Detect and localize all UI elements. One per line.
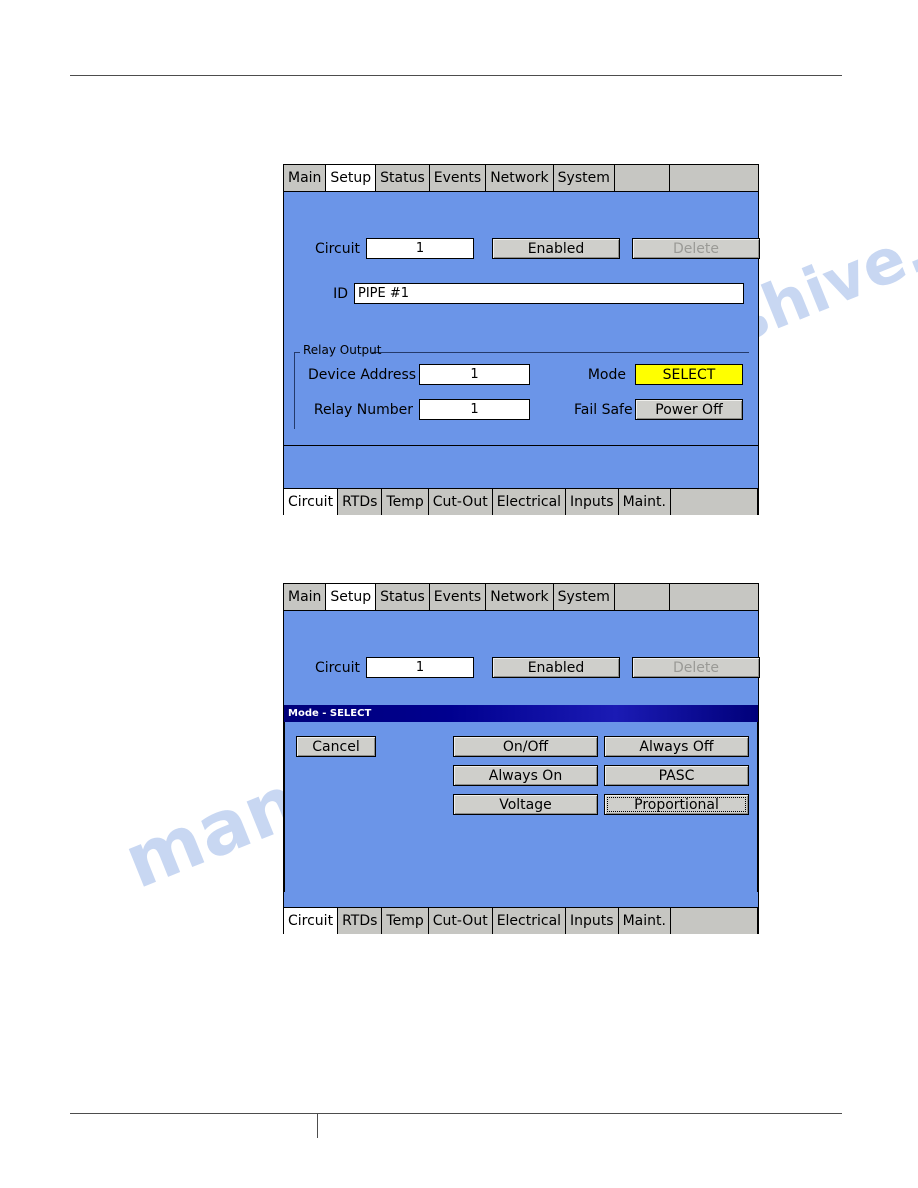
tab-events[interactable]: Events (429, 165, 487, 191)
group-border-left (294, 352, 295, 429)
subtab-rtds[interactable]: RTDs (338, 489, 383, 515)
subtab-empty-slot (670, 489, 758, 515)
mode-option-proportional[interactable]: Proportional (604, 794, 749, 815)
device-address-label: Device Address (308, 366, 417, 383)
mode-option-pasc[interactable]: PASC (604, 765, 749, 786)
delete-button[interactable]: Delete (632, 238, 760, 259)
subtab-maint-2[interactable]: Maint. (618, 908, 671, 934)
tab-setup[interactable]: Setup (326, 165, 377, 191)
fail-safe-label: Fail Safe (574, 401, 633, 418)
subtab-electrical[interactable]: Electrical (492, 489, 567, 515)
id-input[interactable]: PIPE #1 (354, 283, 744, 304)
mode-select-button[interactable]: SELECT (635, 364, 743, 385)
subtab-temp[interactable]: Temp (382, 489, 429, 515)
screen-two-body: Circuit 1 Enabled Delete Mode - SELECT C… (284, 611, 760, 907)
subtab-maint[interactable]: Maint. (618, 489, 671, 515)
bottom-tab-bar: Circuit RTDs Temp Cut-Out Electrical Inp… (284, 488, 758, 515)
mode-row: Mode SELECT (584, 364, 743, 385)
dialog-body: Cancel On/Off Always Off Always On PASC … (284, 722, 758, 892)
screen-one-footer-spacer (284, 446, 758, 487)
subtab-circuit-2[interactable]: Circuit (284, 908, 339, 934)
bottom-tab-bar-2: Circuit RTDs Temp Cut-Out Electrical Inp… (284, 907, 758, 934)
circuit-label: Circuit (314, 240, 360, 257)
tab-network-2[interactable]: Network (486, 584, 554, 610)
subtab-inputs[interactable]: Inputs (566, 489, 619, 515)
device-screen-mode-select: Main Setup Status Events Network System … (283, 583, 760, 934)
tab-system-2[interactable]: System (553, 584, 615, 610)
circuit-label-2: Circuit (314, 659, 360, 676)
screen-one-body: Circuit 1 Enabled Delete ID PIPE #1 Rela… (284, 192, 760, 488)
fail-safe-button[interactable]: Power Off (635, 399, 743, 420)
id-label: ID (333, 285, 348, 302)
mode-label: Mode (587, 366, 626, 383)
tab-events-2[interactable]: Events (429, 584, 487, 610)
enabled-button[interactable]: Enabled (492, 238, 620, 259)
tab-status-2[interactable]: Status (376, 584, 430, 610)
cancel-button[interactable]: Cancel (296, 736, 376, 757)
relay-number-label: Relay Number (313, 401, 413, 418)
tab-system[interactable]: System (553, 165, 615, 191)
device-address-input[interactable]: 1 (419, 364, 530, 385)
device-screen-circuit-setup: Main Setup Status Events Network System … (283, 164, 760, 515)
tab-empty-slot-1 (614, 165, 670, 191)
mode-option-voltage[interactable]: Voltage (453, 794, 598, 815)
subtab-temp-2[interactable]: Temp (382, 908, 429, 934)
dialog-title: Mode - SELECT (284, 705, 758, 722)
device-address-row: Device Address 1 (308, 364, 530, 385)
tab-setup-2[interactable]: Setup (326, 584, 377, 610)
tab-empty-slot-2-2 (670, 584, 758, 610)
top-tab-bar: Main Setup Status Events Network System (284, 165, 758, 192)
top-tab-bar-2: Main Setup Status Events Network System (284, 584, 758, 611)
footer-rule (70, 1113, 842, 1114)
circuit-row-2: Circuit 1 Enabled Delete (303, 657, 760, 678)
header-rule (70, 75, 842, 76)
relay-number-input[interactable]: 1 (419, 399, 530, 420)
tab-status[interactable]: Status (376, 165, 430, 191)
subtab-cut-out[interactable]: Cut-Out (428, 489, 493, 515)
relay-output-group: Relay Output Device Address 1 Mode SELEC… (294, 344, 749, 429)
id-row: ID PIPE #1 (326, 283, 744, 304)
circuit-number-input[interactable]: 1 (366, 238, 474, 259)
tab-empty-slot-1-2 (614, 584, 670, 610)
tab-empty-slot-2 (670, 165, 758, 191)
tab-main[interactable]: Main (284, 165, 327, 191)
relay-output-title: Relay Output (303, 343, 382, 357)
mode-select-dialog: Mode - SELECT Cancel On/Off Always Off A… (284, 705, 758, 892)
enabled-button-2[interactable]: Enabled (492, 657, 620, 678)
tab-main-2[interactable]: Main (284, 584, 327, 610)
delete-button-2[interactable]: Delete (632, 657, 760, 678)
relay-number-row: Relay Number 1 (308, 399, 530, 420)
subtab-empty-slot-2 (670, 908, 758, 934)
subtab-rtds-2[interactable]: RTDs (338, 908, 383, 934)
tab-network[interactable]: Network (486, 165, 554, 191)
subtab-cut-out-2[interactable]: Cut-Out (428, 908, 493, 934)
group-border-top-right (372, 352, 749, 353)
circuit-row: Circuit 1 Enabled Delete (303, 238, 760, 259)
mode-option-always-off[interactable]: Always Off (604, 736, 749, 757)
screen-two-content: Circuit 1 Enabled Delete Mode - SELECT C… (284, 611, 760, 892)
footer-divider-tick (317, 1113, 318, 1138)
circuit-number-input-2[interactable]: 1 (366, 657, 474, 678)
subtab-inputs-2[interactable]: Inputs (566, 908, 619, 934)
mode-option-on-off[interactable]: On/Off (453, 736, 598, 757)
subtab-electrical-2[interactable]: Electrical (492, 908, 567, 934)
screen-one-content: Circuit 1 Enabled Delete ID PIPE #1 Rela… (284, 192, 760, 446)
fail-safe-row: Fail Safe Power Off (574, 399, 743, 420)
mode-option-always-on[interactable]: Always On (453, 765, 598, 786)
subtab-circuit[interactable]: Circuit (284, 489, 339, 515)
